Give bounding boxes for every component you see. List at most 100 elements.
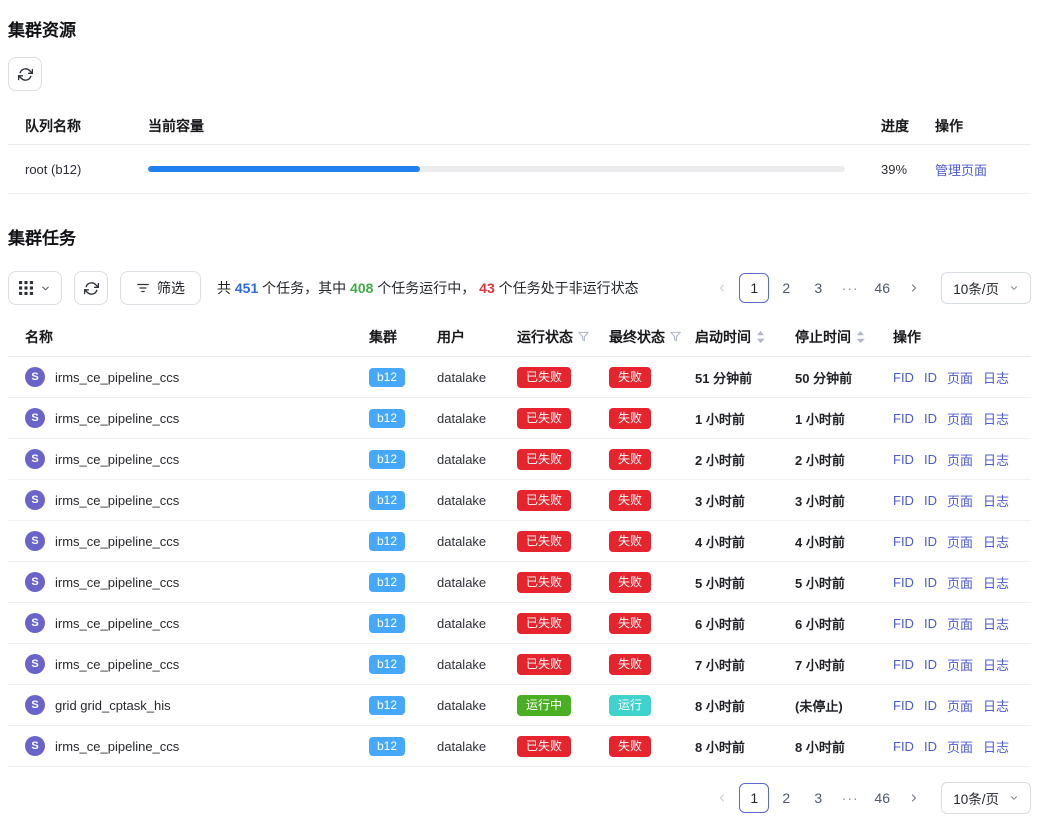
action-link-id[interactable]: ID — [924, 739, 937, 754]
manage-page-link[interactable]: 管理页面 — [935, 163, 987, 178]
action-link-id[interactable]: ID — [924, 657, 937, 672]
user-label: datalake — [437, 370, 517, 385]
action-link-id[interactable]: ID — [924, 493, 937, 508]
pagination-page-2[interactable]: 2 — [771, 273, 801, 303]
action-link-fid[interactable]: FID — [893, 452, 914, 467]
tasks-footer: 123···46 10条/页 — [8, 782, 1031, 814]
avatar: S — [25, 736, 45, 756]
action-link-id[interactable]: ID — [924, 575, 937, 590]
pagination-top: 123···46 — [707, 273, 929, 303]
table-row: S irms_ce_pipeline_ccs b12 datalake 已失败 … — [8, 603, 1031, 644]
start-time: 1 小时前 — [695, 409, 795, 428]
page-size-select[interactable]: 10条/页 — [941, 782, 1031, 814]
task-name: irms_ce_pipeline_ccs — [55, 575, 179, 590]
user-label: datalake — [437, 575, 517, 590]
column-header-queue: 队列名称 — [25, 116, 148, 136]
column-settings-button[interactable] — [8, 271, 62, 305]
action-link-log[interactable]: 日志 — [983, 368, 1009, 387]
capacity-progress-bar — [148, 166, 845, 172]
pagination-page-3[interactable]: 3 — [803, 783, 833, 813]
action-link-id[interactable]: ID — [924, 370, 937, 385]
task-name: irms_ce_pipeline_ccs — [55, 493, 179, 508]
grid-icon — [19, 281, 33, 295]
pagination-prev[interactable] — [707, 783, 737, 813]
pagination-next[interactable] — [899, 273, 929, 303]
page-size-select[interactable]: 10条/页 — [941, 272, 1031, 304]
action-link-page[interactable]: 页面 — [947, 532, 973, 551]
start-time: 5 小时前 — [695, 573, 795, 592]
table-row: S irms_ce_pipeline_ccs b12 datalake 已失败 … — [8, 357, 1031, 398]
pagination-page-3[interactable]: 3 — [803, 273, 833, 303]
action-link-log[interactable]: 日志 — [983, 409, 1009, 428]
action-link-log[interactable]: 日志 — [983, 491, 1009, 510]
pagination-page-2[interactable]: 2 — [771, 783, 801, 813]
action-link-page[interactable]: 页面 — [947, 696, 973, 715]
filter-icon[interactable] — [578, 331, 589, 342]
final-status-badge: 失败 — [609, 654, 651, 675]
pagination-page-1[interactable]: 1 — [739, 273, 769, 303]
start-time: 4 小时前 — [695, 532, 795, 551]
cluster-badge: b12 — [369, 737, 405, 756]
pagination-next[interactable] — [899, 783, 929, 813]
action-link-page[interactable]: 页面 — [947, 614, 973, 633]
final-status-badge: 失败 — [609, 490, 651, 511]
action-link-page[interactable]: 页面 — [947, 409, 973, 428]
pagination-page-1[interactable]: 1 — [739, 783, 769, 813]
action-link-id[interactable]: ID — [924, 616, 937, 631]
action-link-id[interactable]: ID — [924, 698, 937, 713]
column-header-start-time: 启动时间 — [695, 327, 795, 347]
action-link-fid[interactable]: FID — [893, 411, 914, 426]
task-name: irms_ce_pipeline_ccs — [55, 739, 179, 754]
action-link-log[interactable]: 日志 — [983, 450, 1009, 469]
action-link-page[interactable]: 页面 — [947, 655, 973, 674]
action-link-fid[interactable]: FID — [893, 493, 914, 508]
action-link-log[interactable]: 日志 — [983, 614, 1009, 633]
stop-time: 4 小时前 — [795, 532, 893, 551]
action-link-fid[interactable]: FID — [893, 616, 914, 631]
column-header-user: 用户 — [437, 327, 517, 347]
action-link-id[interactable]: ID — [924, 452, 937, 467]
table-row: S irms_ce_pipeline_ccs b12 datalake 已失败 … — [8, 398, 1031, 439]
tasks-refresh-button[interactable] — [74, 271, 108, 305]
page-size-label: 10条/页 — [953, 788, 999, 808]
tasks-toolbar: 筛选 共 451 个任务，其中 408 个任务运行中， 43 个任务处于非运行状… — [8, 271, 1031, 305]
pagination-page-46[interactable]: 46 — [867, 273, 897, 303]
action-link-fid[interactable]: FID — [893, 698, 914, 713]
row-actions: FID ID 页面日志 — [893, 696, 1015, 715]
cluster-badge: b12 — [369, 696, 405, 715]
action-link-page[interactable]: 页面 — [947, 737, 973, 756]
sort-icon[interactable] — [756, 330, 765, 344]
start-time: 51 分钟前 — [695, 368, 795, 387]
action-link-page[interactable]: 页面 — [947, 491, 973, 510]
action-link-page[interactable]: 页面 — [947, 368, 973, 387]
filter-icon[interactable] — [670, 331, 681, 342]
action-link-fid[interactable]: FID — [893, 370, 914, 385]
sort-icon[interactable] — [856, 330, 865, 344]
table-row: S irms_ce_pipeline_ccs b12 datalake 已失败 … — [8, 726, 1031, 767]
action-link-id[interactable]: ID — [924, 411, 937, 426]
filter-button[interactable]: 筛选 — [120, 271, 201, 305]
action-link-fid[interactable]: FID — [893, 657, 914, 672]
action-link-log[interactable]: 日志 — [983, 696, 1009, 715]
action-link-log[interactable]: 日志 — [983, 532, 1009, 551]
action-link-id[interactable]: ID — [924, 534, 937, 549]
stop-time: 6 小时前 — [795, 614, 893, 633]
stop-time: 50 分钟前 — [795, 368, 893, 387]
action-link-fid[interactable]: FID — [893, 534, 914, 549]
pagination-prev[interactable] — [707, 273, 737, 303]
table-row: S irms_ce_pipeline_ccs b12 datalake 已失败 … — [8, 521, 1031, 562]
start-time: 6 小时前 — [695, 614, 795, 633]
cluster-badge: b12 — [369, 573, 405, 592]
pagination-page-46[interactable]: 46 — [867, 783, 897, 813]
final-status-badge: 失败 — [609, 613, 651, 634]
action-link-fid[interactable]: FID — [893, 575, 914, 590]
action-link-fid[interactable]: FID — [893, 739, 914, 754]
action-link-page[interactable]: 页面 — [947, 450, 973, 469]
resources-refresh-button[interactable] — [8, 57, 42, 91]
action-link-page[interactable]: 页面 — [947, 573, 973, 592]
column-header-cluster: 集群 — [369, 327, 437, 347]
stop-time: 8 小时前 — [795, 737, 893, 756]
action-link-log[interactable]: 日志 — [983, 737, 1009, 756]
action-link-log[interactable]: 日志 — [983, 655, 1009, 674]
action-link-log[interactable]: 日志 — [983, 573, 1009, 592]
